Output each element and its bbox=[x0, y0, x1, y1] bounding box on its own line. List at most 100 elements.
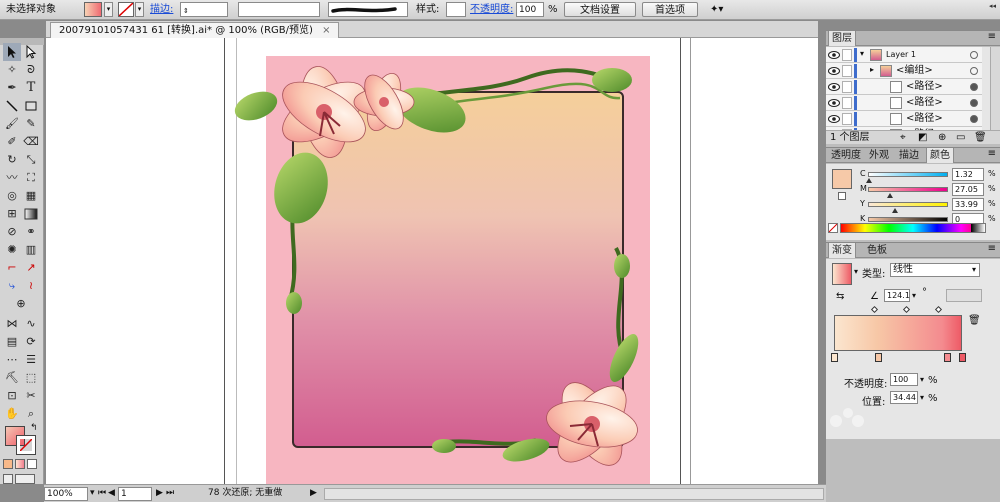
gradient-ramp[interactable] bbox=[834, 315, 962, 351]
free-transform-tool-icon[interactable]: ⛶ bbox=[22, 169, 40, 187]
next-artboard-icon[interactable]: ▶ bbox=[156, 487, 163, 501]
list-tool-icon[interactable]: ☰ bbox=[22, 351, 40, 369]
hand-tool-icon[interactable]: ✋ bbox=[3, 405, 21, 423]
fill-color-preview[interactable] bbox=[832, 169, 852, 189]
visibility-eye-icon[interactable] bbox=[828, 66, 840, 76]
tab-gradient[interactable]: 渐变 bbox=[828, 243, 856, 258]
locate-object-icon[interactable]: ⌖ bbox=[900, 131, 906, 144]
panel-menu-icon[interactable]: ≡ bbox=[988, 243, 996, 254]
angle-input[interactable]: 124.1 bbox=[884, 289, 910, 302]
brush-field[interactable] bbox=[328, 2, 408, 17]
artwork[interactable] bbox=[46, 38, 818, 484]
live-paint-tool-icon[interactable]: ⛏ bbox=[3, 369, 21, 387]
target-circle-icon[interactable] bbox=[970, 51, 978, 59]
leaf[interactable] bbox=[286, 292, 302, 314]
color-channel-c[interactable]: C 1.32% bbox=[860, 168, 1000, 184]
close-tab-icon[interactable]: × bbox=[322, 25, 330, 36]
tab-layers[interactable]: 图层 bbox=[828, 31, 856, 46]
layer-row[interactable]: ▾ Layer 1 bbox=[826, 47, 982, 63]
scissors-tool-icon[interactable]: ✂ bbox=[22, 387, 40, 405]
selection-tool-icon[interactable] bbox=[3, 43, 21, 61]
screen-mode-icon[interactable] bbox=[15, 474, 35, 484]
layer-row[interactable]: <路径> bbox=[826, 111, 982, 127]
variable-width-field[interactable] bbox=[238, 2, 320, 17]
target-circle-icon[interactable] bbox=[970, 67, 978, 75]
tab-swatches[interactable]: 色板 bbox=[864, 243, 890, 258]
gradient-opacity-input[interactable]: 100 bbox=[890, 373, 918, 386]
channel-slider-track[interactable] bbox=[868, 172, 948, 177]
stroke-link[interactable]: 描边: bbox=[150, 2, 173, 17]
leaf[interactable] bbox=[592, 68, 632, 92]
reverse-gradient-icon[interactable]: ⇆ bbox=[836, 291, 844, 302]
rectangle-tool-icon[interactable] bbox=[22, 97, 40, 115]
channel-slider-track[interactable] bbox=[868, 187, 948, 192]
gradient-tool-icon[interactable] bbox=[22, 205, 40, 223]
document-tab[interactable]: 20079101057431 61 [转换].ai* @ 100% (RGB/预… bbox=[50, 22, 340, 38]
mesh-tool-icon[interactable]: ⊞ bbox=[3, 205, 21, 223]
angle-dropdown-icon[interactable]: ▾ bbox=[912, 291, 916, 300]
eraser-tool-icon[interactable]: ⌫ bbox=[22, 133, 40, 151]
knife-tool-icon[interactable]: ⤷ bbox=[3, 277, 21, 295]
blend-tool-icon[interactable]: ⚭ bbox=[22, 223, 40, 241]
direct-selection-tool-icon[interactable] bbox=[22, 43, 40, 61]
warp-tool-icon[interactable]: 〰 bbox=[3, 169, 21, 187]
column-graph-tool-icon[interactable]: ▥ bbox=[22, 241, 40, 259]
color-mode-icon[interactable] bbox=[3, 459, 13, 469]
stroke-swatch[interactable] bbox=[118, 2, 134, 17]
rotate-tool-icon[interactable]: ↻ bbox=[3, 151, 21, 169]
visibility-eye-icon[interactable] bbox=[828, 50, 840, 60]
channel-value-input[interactable]: 33.99 bbox=[952, 198, 984, 211]
blob-brush-tool-icon[interactable]: ✐ bbox=[3, 133, 21, 151]
style-field[interactable] bbox=[446, 2, 466, 17]
zoom-field[interactable]: 100% bbox=[44, 487, 88, 501]
slice-tool-icon[interactable]: ↗ bbox=[22, 259, 40, 277]
delete-stop-icon[interactable]: 🗑 bbox=[968, 315, 981, 326]
crop-tool-icon[interactable]: ⊡ bbox=[3, 387, 21, 405]
symbol-sprayer-tool-icon[interactable]: ✺ bbox=[3, 241, 21, 259]
color-channel-y[interactable]: Y 33.99% bbox=[860, 198, 1000, 214]
panel-menu-icon[interactable]: ≡ bbox=[988, 31, 996, 42]
globe-tool-icon[interactable]: ⊕ bbox=[12, 295, 30, 313]
lasso-tool-icon[interactable]: ᘐ bbox=[22, 61, 40, 79]
leaf[interactable] bbox=[432, 439, 456, 453]
new-layer-icon[interactable]: ▭ bbox=[956, 131, 965, 144]
line-tool-icon[interactable] bbox=[3, 97, 21, 115]
gradient-dropdown-icon[interactable]: ▾ bbox=[854, 267, 858, 276]
channel-value-input[interactable]: 27.05 bbox=[952, 183, 984, 196]
type-tool-icon[interactable]: T bbox=[22, 79, 40, 97]
gradient-stop-diamond[interactable] bbox=[902, 305, 911, 314]
opacity-dropdown-icon[interactable]: ▾ bbox=[920, 375, 924, 384]
opacity-input[interactable]: 100 bbox=[516, 2, 544, 17]
none-color-swatch[interactable] bbox=[828, 223, 838, 233]
tab-color[interactable]: 颜色 bbox=[926, 148, 954, 163]
first-artboard-icon[interactable]: ⏮ bbox=[98, 487, 106, 501]
gradient-mode-icon[interactable] bbox=[15, 459, 25, 469]
expand-arrow-icon[interactable]: ▸ bbox=[870, 65, 874, 74]
live-paint-selection-tool-icon[interactable]: ⬚ bbox=[22, 369, 40, 387]
wave-tool-icon[interactable]: ∿ bbox=[22, 315, 40, 333]
channel-value-input[interactable]: 1.32 bbox=[952, 168, 984, 181]
gradient-color-stop[interactable] bbox=[959, 353, 966, 362]
layer-row[interactable]: <路径> bbox=[826, 95, 982, 111]
lock-toggle[interactable] bbox=[842, 81, 852, 93]
twist-tool-icon[interactable]: ⟳ bbox=[22, 333, 40, 351]
zoom-dropdown-icon[interactable]: ▾ bbox=[90, 487, 95, 501]
pencil-tool-icon[interactable]: ✎ bbox=[22, 115, 40, 133]
target-circle-icon[interactable] bbox=[970, 115, 978, 123]
location-dropdown-icon[interactable]: ▾ bbox=[920, 393, 924, 402]
target-circle-icon[interactable] bbox=[970, 99, 978, 107]
layers-scrollbar[interactable] bbox=[990, 47, 1000, 134]
status-menu-icon[interactable]: ▶ bbox=[310, 487, 317, 501]
paintbrush-tool-icon[interactable]: 🖌 bbox=[3, 115, 21, 133]
canvas[interactable] bbox=[46, 38, 818, 484]
preferences-button[interactable]: 首选项 bbox=[642, 2, 698, 17]
stroke-dropdown[interactable]: ▾ bbox=[135, 2, 144, 17]
zoom-tool-icon[interactable]: ⌕ bbox=[22, 405, 40, 423]
scallop-tool-icon[interactable]: ⋯ bbox=[3, 351, 21, 369]
channel-slider-track[interactable] bbox=[868, 217, 948, 222]
aspect-ratio-field[interactable] bbox=[946, 289, 982, 302]
shape-builder-tool-icon[interactable]: ◎ bbox=[3, 187, 21, 205]
horizontal-scrollbar[interactable] bbox=[324, 488, 824, 500]
expand-arrow-icon[interactable]: ▾ bbox=[860, 49, 864, 58]
stroke-color-preview[interactable] bbox=[838, 192, 846, 200]
